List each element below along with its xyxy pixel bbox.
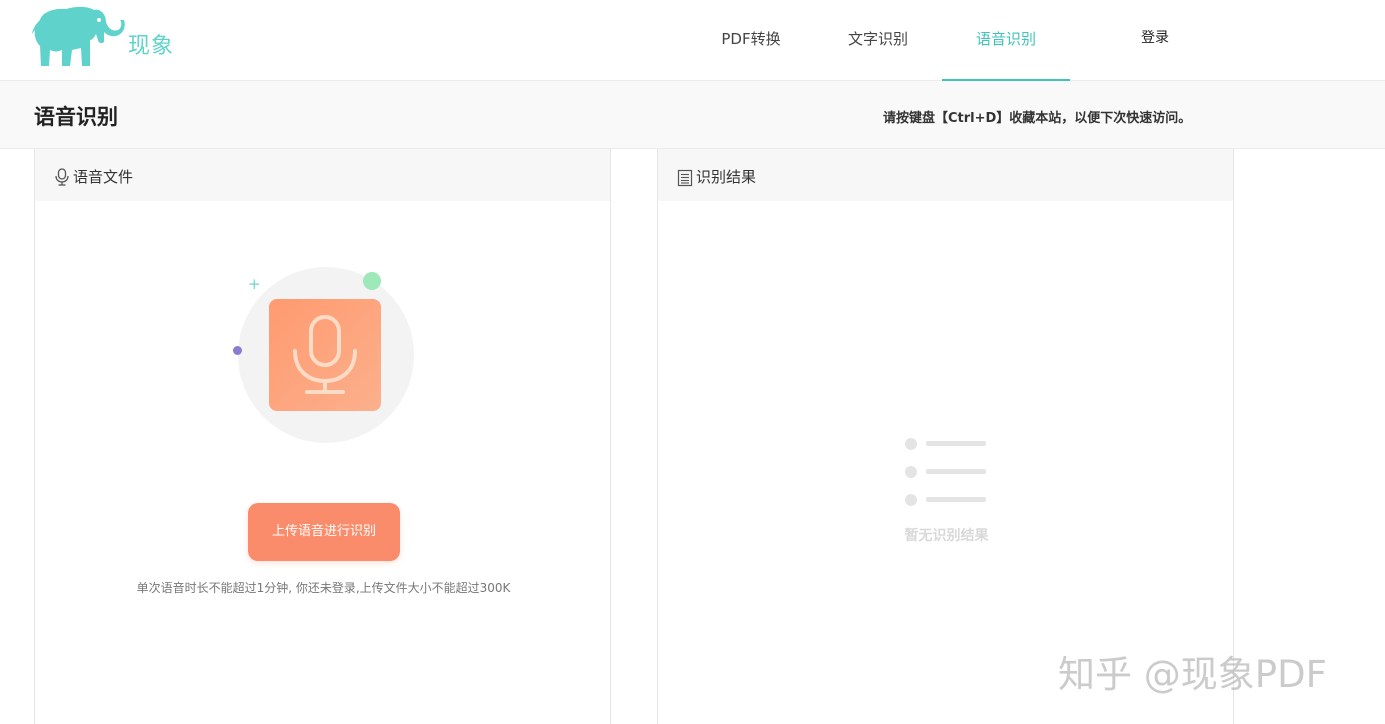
microphone-icon xyxy=(55,168,69,186)
voice-file-panel: 语音文件 + 上传语音进行识别 单次语音时长不能超过1分钟, 你还未登录,上传文… xyxy=(34,149,611,724)
upload-voice-button[interactable]: 上传语音进行识别 xyxy=(248,503,400,561)
watermark: 知乎 @现象PDF xyxy=(1058,653,1327,696)
voice-upload-illustration: + xyxy=(231,261,421,451)
document-icon xyxy=(677,169,693,187)
purple-dot-decoration xyxy=(233,346,242,355)
mic-tile xyxy=(269,299,381,411)
page-title: 语音识别 xyxy=(34,105,118,129)
login-link[interactable]: 登录 xyxy=(1125,0,1185,81)
result-label: 识别结果 xyxy=(696,168,757,186)
page-subheader: 语音识别 请按键盘【Ctrl+D】收藏本站，以便下次快速访问。 xyxy=(0,81,1385,149)
result-panel: 识别结果 暂无识别结果 xyxy=(657,149,1234,724)
elephant-logo-icon xyxy=(32,6,125,67)
empty-result-text: 暂无识别结果 xyxy=(904,528,989,544)
plus-sparkle-icon: + xyxy=(248,275,261,293)
empty-list-icon xyxy=(905,438,986,506)
brand-name: 现象 xyxy=(128,34,175,59)
large-microphone-icon xyxy=(293,315,357,394)
nav-text-recognition[interactable]: 文字识别 xyxy=(830,0,926,81)
nav-pdf-convert[interactable]: PDF转换 xyxy=(703,0,799,81)
site-logo[interactable]: 现象 xyxy=(32,6,177,68)
voice-file-label: 语音文件 xyxy=(73,168,134,186)
bookmark-tip: 请按键盘【Ctrl+D】收藏本站，以便下次快速访问。 xyxy=(883,111,1192,126)
top-navbar: 现象 PDF转换 文字识别 语音识别 登录 xyxy=(0,0,1385,81)
upload-limit-note: 单次语音时长不能超过1分钟, 你还未登录,上传文件大小不能超过300K xyxy=(136,581,511,595)
result-panel-header: 识别结果 xyxy=(658,149,1233,201)
nav-voice-recognition[interactable]: 语音识别 xyxy=(942,0,1070,81)
voice-file-panel-header: 语音文件 xyxy=(35,149,610,201)
green-dot-decoration xyxy=(363,272,381,290)
